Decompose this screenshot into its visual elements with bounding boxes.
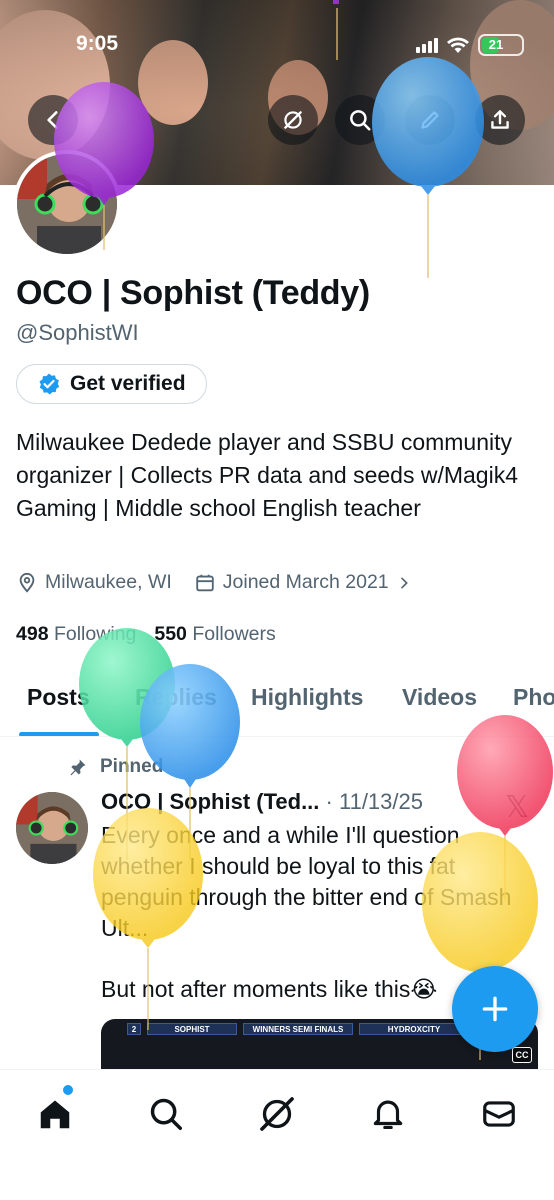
messages-mail-icon [483,1101,515,1127]
pinned-indicator: Pinned [68,756,163,778]
following-label: Following [53,623,137,645]
share-button[interactable] [475,95,525,145]
nav-search[interactable] [143,1091,189,1137]
round-label: WINNERS SEMI FINALS [243,1023,353,1035]
following-count: 498 [16,623,49,645]
profile-avatar[interactable] [13,150,121,258]
nav-home[interactable] [32,1091,78,1137]
followers-count: 550 [154,623,187,645]
tab-replies[interactable]: Replies [135,684,217,711]
profile-tabs: Posts Replies Highlights Videos Photos [0,668,554,737]
grok-button[interactable] [268,95,318,145]
plus-icon [482,996,508,1022]
home-notification-dot [63,1085,73,1095]
notifications-bell-icon [373,1100,403,1130]
grok-icon [284,111,302,129]
chevron-right-icon [400,577,408,588]
tab-videos[interactable]: Videos [402,684,477,711]
player1-port: 2 [127,1023,141,1035]
player1-tag: SOPHIST [147,1023,237,1035]
verified-badge-icon [39,373,60,395]
profile-joined[interactable]: Joined March 2021 [194,571,412,594]
tab-posts[interactable]: Posts [27,684,90,711]
followers-link[interactable]: 550 Followers [154,623,275,646]
profile-bio: Milwaukee Dedede player and SSBU communi… [16,429,519,521]
bottom-navigation [0,1069,554,1200]
battery-icon: 21 [478,34,524,56]
status-bar: 9:05 21 [0,0,554,90]
post-body[interactable]: Every once and a while I'll question whe… [101,820,521,944]
nav-grok[interactable] [254,1091,300,1137]
search-button[interactable] [335,95,385,145]
joined-text: Joined March 2021 [222,571,389,593]
get-verified-label: Get verified [70,372,186,395]
post-header: OCO | Sophist (Ted... · 11/13/25 [101,789,423,815]
post-author-name[interactable]: OCO | Sophist (Ted... [101,789,319,814]
followers-label: Followers [192,623,276,645]
calendar-icon [196,574,214,591]
wifi-icon [447,37,469,53]
post-body-line2-text: But not after moments like this [101,976,411,1002]
pinned-label: Pinned [100,756,164,777]
tab-photos[interactable]: Photos [513,684,554,711]
follow-stats: 498 Following 550 Followers [16,623,276,646]
following-link[interactable]: 498 Following [16,623,136,646]
nav-notifications[interactable] [365,1091,411,1137]
post-author-avatar[interactable] [16,792,88,864]
home-icon [40,1100,70,1129]
back-button[interactable] [28,95,78,145]
cellular-signal-icon [416,37,438,53]
compose-post-button[interactable] [452,966,538,1052]
status-time: 9:05 [76,32,119,55]
status-icons: 21 [416,34,524,56]
location-text: Milwaukee, WI [45,571,172,593]
nav-messages[interactable] [476,1091,522,1137]
post-date[interactable]: · 11/13/25 [326,789,423,814]
tab-highlights[interactable]: Highlights [251,684,363,711]
battery-level: 21 [488,37,504,52]
edit-button[interactable] [405,95,455,145]
get-verified-button[interactable]: Get verified [16,364,207,404]
share-upload-icon [491,110,509,129]
search-icon [350,110,371,131]
search-icon [150,1098,182,1130]
pin-icon [70,759,86,776]
post-body-line2[interactable]: But not after moments like this😭 [101,976,437,1003]
crying-emoji: 😭 [410,976,438,1002]
captions-cc-icon[interactable]: CC [512,1047,532,1063]
back-arrow-icon [47,111,58,129]
player2-tag: HYDROXCITY [359,1023,469,1035]
edit-pencil-icon [421,111,439,129]
profile-handle: @SophistWI [16,320,139,345]
profile-meta: Milwaukee, WI Joined March 2021 [16,571,412,594]
grok-icon [260,1097,294,1131]
location-pin-icon [19,572,35,593]
profile-display-name: OCO | Sophist (Teddy) [16,274,370,312]
profile-location: Milwaukee, WI [16,571,172,594]
active-tab-indicator [19,732,99,736]
